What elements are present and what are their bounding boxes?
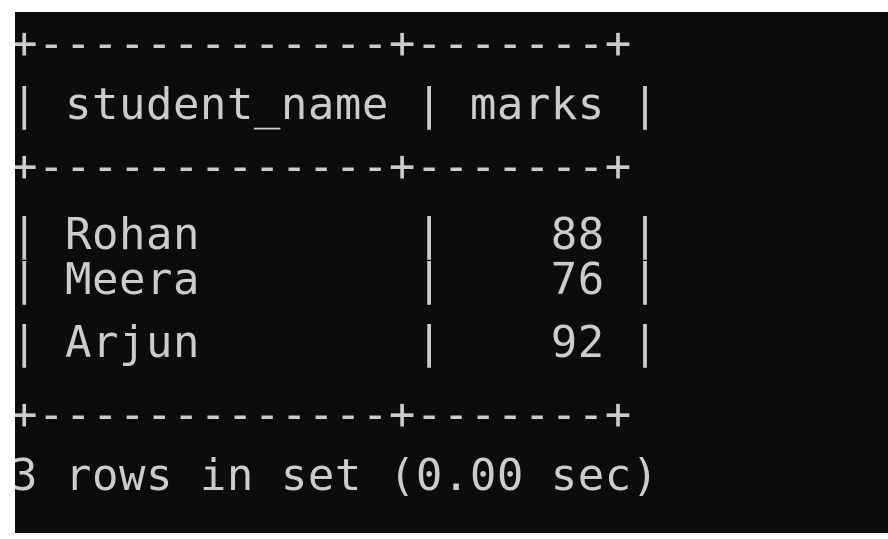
table-border-bottom: +-------------+-------+ [15,389,632,440]
table-row: | Arjun | 92 | [15,317,659,368]
terminal-window: +-------------+-------+ | student_name |… [15,12,888,533]
query-result-summary: 3 rows in set (0.00 sec) [15,450,659,501]
table-border-top: +-------------+-------+ [15,18,632,69]
table-row: | Rohan | 88 | [15,209,659,260]
table-row: | Meera | 76 | [15,254,659,305]
table-border-header: +-------------+-------+ [15,141,632,192]
table-header-row: | student_name | marks | [15,79,659,130]
